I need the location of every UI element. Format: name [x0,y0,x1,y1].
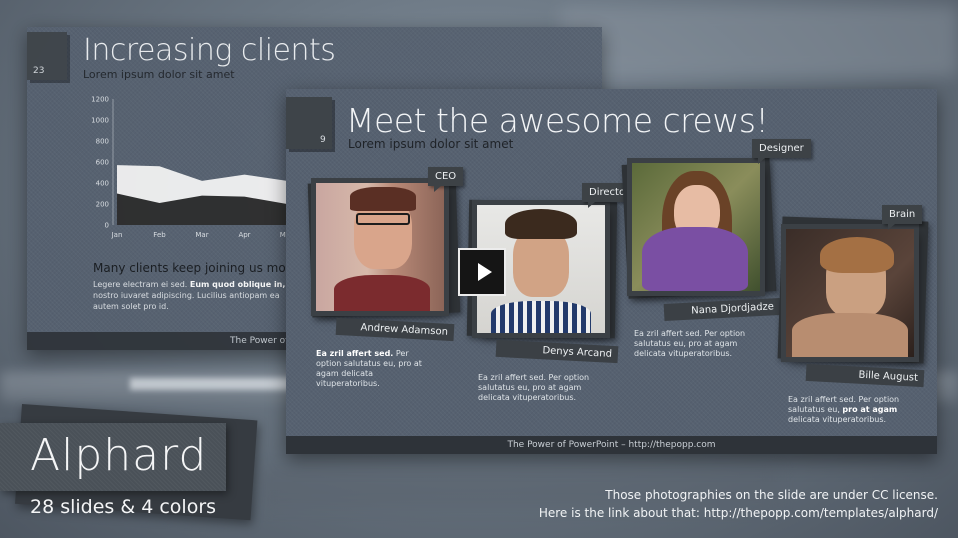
role-tag-brain: Brain [882,205,923,230]
slide-title: Meet the awesome crews! [346,101,769,140]
slide-subtitle: Lorem ipsum dolor sit amet [348,137,514,151]
crew-description: Ea zril affert sed. Per option salutatus… [788,395,912,425]
crew-description-text: Ea zril affert sed. Per option salutatus… [478,373,590,402]
body-text-plain: Legere electram ei sed. [93,280,188,289]
slide-number-box: 9 [286,97,332,149]
hair-shape [820,237,894,273]
slide-preview-meet-crews: 9 Meet the awesome crews! Lorem ipsum do… [286,89,937,454]
y-tick-label: 400 [96,180,109,188]
x-tick-label: Mar [195,231,208,239]
role-tag-designer: Designer [752,139,811,164]
y-tick-label: 800 [96,138,109,146]
body-text-rest: nostro iuvaret adipiscing. Lucilius anti… [93,291,280,311]
body-text-bold: Eum quod oblique in, [189,280,286,289]
product-subtitle: 28 slides & 4 colors [30,496,217,518]
crew-photo-designer [632,163,760,291]
y-tick-label: 1000 [91,117,109,125]
name-plate-brain: Bille August [805,363,925,388]
crew-description-bold: Ea zril affert sed. [316,349,394,358]
crew-photo-brain [786,229,914,357]
play-button[interactable] [458,248,506,296]
crew-description-bold: pro at agam [842,405,898,414]
slide-number: 9 [320,135,326,145]
name-plate-designer: Nana Djordjadze [663,297,781,322]
x-tick-label: Jan [111,231,123,239]
shirt-shape [334,275,430,311]
x-tick-label: Apr [238,231,250,239]
arm-shape [792,313,908,357]
slide-footer: The Power of PowerPoint – http://thepopp… [286,436,937,454]
y-tick-label: 600 [96,159,109,167]
y-tick-label: 1200 [91,96,109,104]
name-plate-director: Denys Arcand [495,339,619,364]
hair-shape [505,209,577,239]
name-plate-ceo: Andrew Adamson [335,317,455,342]
section-heading: Many clients keep joining us month [93,261,306,275]
license-line-2: Here is the link about that: http://thep… [538,506,938,520]
y-tick-label: 0 [105,222,109,230]
footer-text: The Power of PowerPoint – http://thepopp… [507,440,716,450]
crew-description-end: delicata vituperatoribus. [788,415,887,424]
product-title: Alphard [30,430,208,481]
crew-description: Ea zril affert sed. Per option salutatus… [634,329,758,359]
license-note: Those photographies on the slide are und… [539,486,938,522]
crew-description: Ea zril affert sed. Per option salutatus… [478,373,602,403]
crew-description-text: Ea zril affert sed. Per option salutatus… [634,329,746,358]
hair-shape [350,187,416,211]
role-tag-ceo: CEO [428,167,464,192]
crew-photo-ceo [316,183,444,311]
x-tick-label: Feb [153,231,166,239]
background-blur [560,6,958,76]
y-tick-label: 200 [96,201,109,209]
glasses-shape [356,213,410,225]
scarf-shape [642,227,748,291]
license-line-1: Those photographies on the slide are und… [605,488,938,502]
body-text: Legere electram ei sed. Eum quod oblique… [93,279,303,312]
crew-description: Ea zril affert sed. Per option salutatus… [316,349,436,389]
background-blur [130,378,290,390]
shirt-shape [491,301,591,333]
